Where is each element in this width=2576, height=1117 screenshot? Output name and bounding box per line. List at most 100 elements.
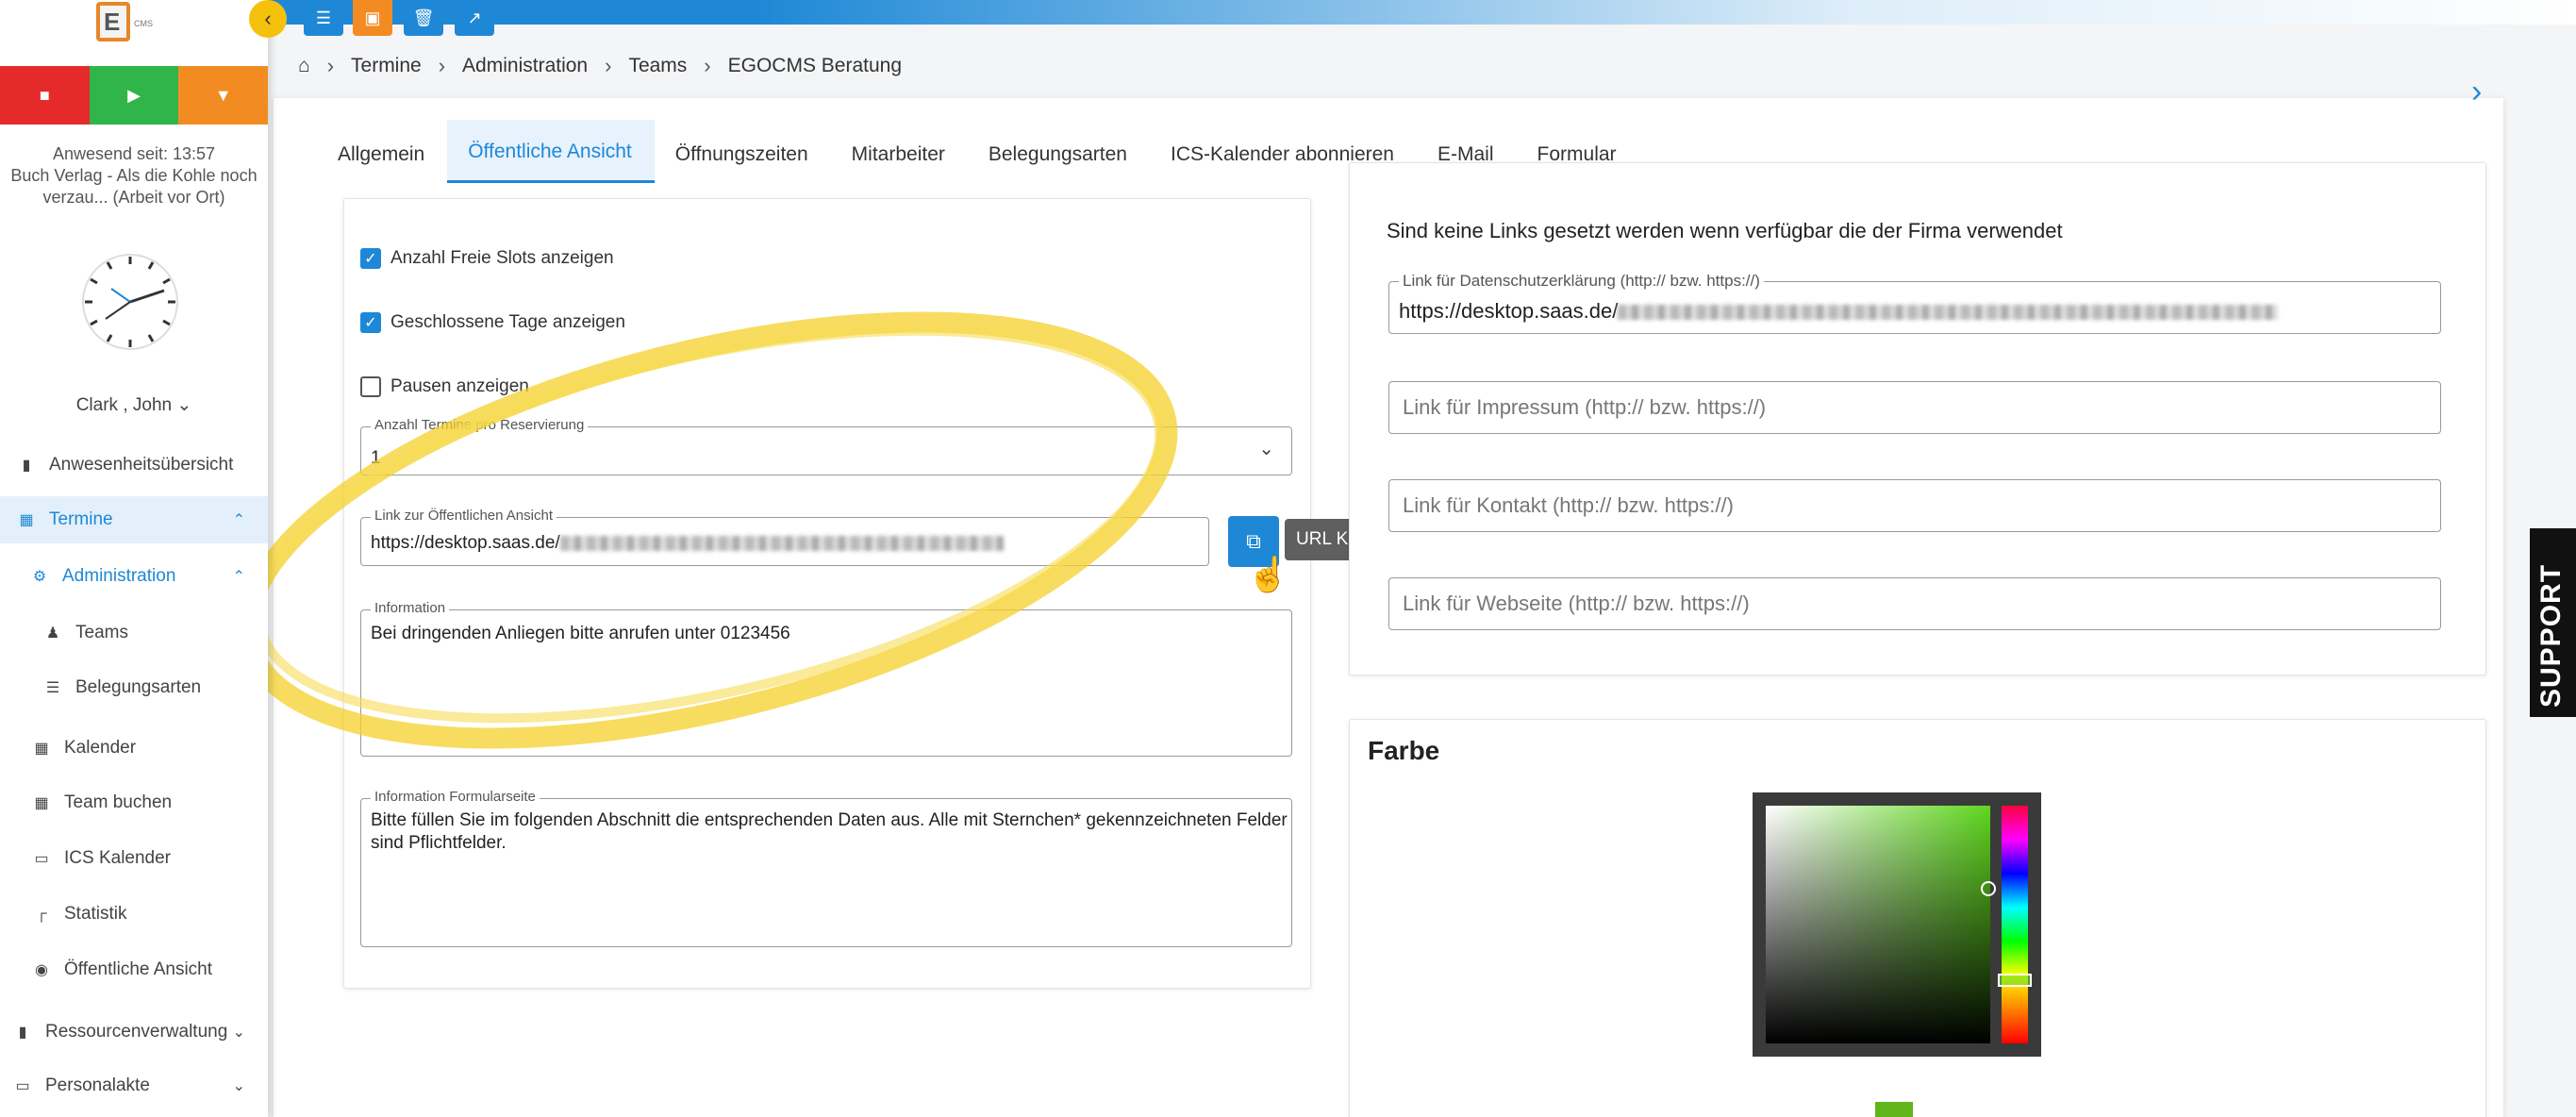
eye-icon: ◉ xyxy=(35,962,48,978)
checkbox-checked-icon[interactable]: ✓ xyxy=(360,248,381,269)
pauses-label: Pausen anzeigen xyxy=(391,376,529,396)
breadcrumb-teams[interactable]: Teams xyxy=(628,55,687,77)
contact-link-field[interactable]: Link für Kontakt (http:// bzw. https://) xyxy=(1388,479,2441,532)
sidebar-item-belegungsarten[interactable]: ☰ Belegungsarten xyxy=(0,664,268,711)
user-menu[interactable]: Clark , John ⌄ xyxy=(0,394,268,416)
form-information-label: Information Formularseite xyxy=(371,789,540,805)
saturation-value-area[interactable] xyxy=(1766,806,1990,1043)
public-link-field[interactable]: Link zur Öffentlichen Ansicht https://de… xyxy=(360,508,1209,566)
stop-icon: ■ xyxy=(39,85,50,105)
open-external-button[interactable]: ↗ xyxy=(455,0,494,36)
privacy-link-field[interactable]: Link für Datenschutzerklärung (http:// b… xyxy=(1388,272,2441,334)
sidebar-item-kalender[interactable]: ▦ Kalender xyxy=(0,725,268,772)
breadcrumb-administration[interactable]: Administration xyxy=(462,55,588,77)
collapse-sidebar-button[interactable]: ‹ xyxy=(249,0,287,38)
tab-belegungsarten[interactable]: Belegungsarten xyxy=(968,143,1150,183)
redacted-url-part xyxy=(559,535,1004,551)
sidebar-item-statistik[interactable]: ┌ Statistik xyxy=(0,891,268,938)
chevron-right-icon: › xyxy=(704,54,711,77)
color-panel-title: Farbe xyxy=(1368,736,1440,765)
sidebar-item-label: Termine xyxy=(49,509,113,529)
closed-days-checkbox-row[interactable]: ✓ Geschlossene Tage anzeigen xyxy=(360,309,625,336)
sidebar-item-label: Anwesenheitsübersicht xyxy=(49,455,234,475)
chevron-down-icon: ⌄ xyxy=(176,395,192,415)
imprint-link-field[interactable]: Link für Impressum (http:// bzw. https:/… xyxy=(1388,381,2441,434)
contact-link-placeholder: Link für Kontakt (http:// bzw. https://) xyxy=(1403,493,1734,517)
public-link-label: Link zur Öffentlichen Ansicht xyxy=(371,508,557,524)
sidebar-item-label: Kalender xyxy=(64,738,137,758)
sidebar-item-label: Administration xyxy=(62,566,176,586)
delete-button[interactable]: 🗑 xyxy=(404,0,443,36)
sidebar-item-ressourcenverwaltung[interactable]: ▮ Ressourcenverwaltung ⌄ xyxy=(0,1009,268,1056)
free-slots-checkbox-row[interactable]: ✓ Anzahl Freie Slots anzeigen xyxy=(360,245,614,272)
sidebar: E CMS ■ ▶ ▼ Anwesend seit: 13:57 Buch Ve… xyxy=(0,0,269,1117)
clock-icon xyxy=(82,254,178,350)
sidebar-item-oeffentliche-ansicht[interactable]: ◉ Öffentliche Ansicht xyxy=(0,946,268,993)
information-textarea[interactable]: Information Bei dringenden Anliegen bitt… xyxy=(360,600,1292,757)
sidebar-item-label: Öffentliche Ansicht xyxy=(64,959,213,979)
sidebar-item-ics-kalender[interactable]: ▭ ICS Kalender xyxy=(0,835,268,882)
saturation-value-handle[interactable] xyxy=(1981,881,1996,896)
list-icon: ☰ xyxy=(45,680,60,696)
sidebar-item-teams[interactable]: ♟ Teams xyxy=(0,609,268,657)
presence-since: Anwesend seit: 13:57 xyxy=(52,144,216,163)
chevron-up-icon: ⌃ xyxy=(232,569,245,585)
selected-color-swatch xyxy=(1875,1102,1913,1117)
chevron-down-icon: ⌄ xyxy=(232,1078,245,1094)
tab-mitarbeiter[interactable]: Mitarbeiter xyxy=(831,143,968,183)
tab-oeffnungszeiten[interactable]: Öffnungszeiten xyxy=(655,143,831,183)
website-link-field[interactable]: Link für Webseite (http:// bzw. https://… xyxy=(1388,577,2441,630)
chevron-down-icon: ⌄ xyxy=(232,1025,245,1041)
hue-slider[interactable] xyxy=(2002,806,2028,1043)
checkbox-unchecked-icon[interactable] xyxy=(360,376,381,397)
chevron-up-icon: ⌃ xyxy=(232,512,245,528)
presence-status: Anwesend seit: 13:57 Buch Verlag - Als d… xyxy=(0,143,268,208)
logo-letter: E xyxy=(104,8,121,36)
hue-slider-handle[interactable] xyxy=(1998,974,2032,987)
tab-allgemein[interactable]: Allgemein xyxy=(317,143,447,183)
support-label: SUPPORT xyxy=(2535,563,2567,708)
imprint-link-placeholder: Link für Impressum (http:// bzw. https:/… xyxy=(1403,395,1767,419)
calendar-icon: ▦ xyxy=(19,512,34,528)
trash-icon: 🗑 xyxy=(412,8,435,27)
calendar-icon: ▦ xyxy=(34,795,49,811)
save-icon: ▣ xyxy=(364,8,381,27)
form-information-line1: Bitte füllen Sie im folgenden Abschnitt … xyxy=(371,810,1288,830)
pauses-checkbox-row[interactable]: Pausen anzeigen xyxy=(360,374,529,400)
file-icon: ▭ xyxy=(34,851,49,867)
sidebar-item-anwesenheit[interactable]: ▮ Anwesenheitsübersicht xyxy=(0,442,268,489)
checkbox-checked-icon[interactable]: ✓ xyxy=(360,312,381,333)
public-link-value: https://desktop.saas.de/ xyxy=(371,533,1004,554)
tab-oeffentliche-ansicht[interactable]: Öffentliche Ansicht xyxy=(447,120,655,183)
save-button[interactable]: ▣ xyxy=(353,0,392,36)
sidebar-item-team-buchen[interactable]: ▦ Team buchen xyxy=(0,779,268,826)
logo-suffix: CMS xyxy=(134,19,153,28)
list-view-button[interactable]: ☰ xyxy=(304,0,343,36)
pause-icon: ▼ xyxy=(214,85,232,105)
chart-icon: ┌ xyxy=(36,906,47,922)
start-button[interactable]: ▶ xyxy=(89,66,179,125)
user-name: Clark , John xyxy=(75,395,173,415)
breadcrumb: ⌂ › Termine › Administration › Teams › E… xyxy=(298,47,919,85)
hand-cursor-icon: ☝ xyxy=(1247,555,1289,593)
breadcrumb-termine[interactable]: Termine xyxy=(351,55,422,77)
sidebar-item-administration[interactable]: ⚙ Administration ⌃ xyxy=(0,553,268,600)
pause-button[interactable]: ▼ xyxy=(178,66,269,125)
closed-days-label: Geschlossene Tage anzeigen xyxy=(391,312,625,332)
top-bar-fade xyxy=(755,0,2576,25)
home-icon[interactable]: ⌂ xyxy=(298,55,310,77)
appointments-per-reservation-value: 1 xyxy=(371,448,381,468)
form-information-textarea[interactable]: Information Formularseite Bitte füllen S… xyxy=(360,789,1292,947)
gear-icon: ⚙ xyxy=(32,569,47,585)
color-picker[interactable] xyxy=(1753,792,2041,1057)
support-tab[interactable]: SUPPORT xyxy=(2530,528,2576,717)
sidebar-item-termine[interactable]: ▦ Termine ⌃ xyxy=(0,496,268,543)
free-slots-label: Anzahl Freie Slots anzeigen xyxy=(391,248,614,268)
list-icon: ☰ xyxy=(315,8,332,27)
chevron-left-icon: ‹ xyxy=(264,7,272,30)
sidebar-item-personalakte[interactable]: ▭ Personalakte ⌄ xyxy=(0,1062,268,1109)
expand-right-icon[interactable]: › xyxy=(2471,74,2482,110)
appointments-per-reservation-label: Anzahl Termine pro Reservierung xyxy=(371,417,589,433)
appointments-per-reservation-select[interactable]: Anzahl Termine pro Reservierung 1 ⌄ xyxy=(360,417,1292,475)
stop-button[interactable]: ■ xyxy=(0,66,90,125)
